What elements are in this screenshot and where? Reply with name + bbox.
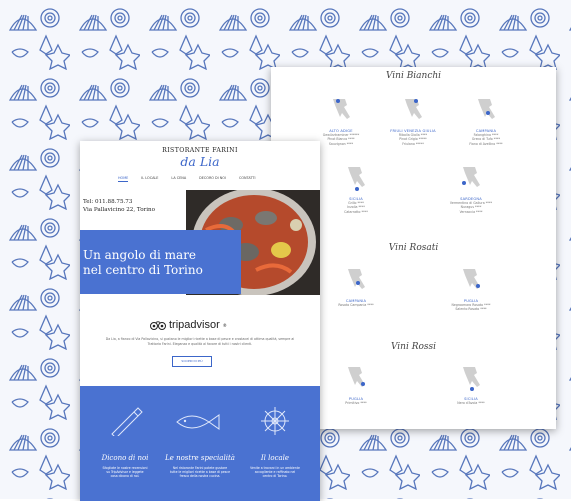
- tripadvisor-owl-icon: [150, 320, 166, 330]
- intro-text: Da Lia, a fianco di Via Pallavicino, si …: [105, 337, 295, 346]
- feature-text: Nel ristorante Farini potete gustare tut…: [170, 466, 230, 479]
- feature-heading: Le nostre specialità: [165, 454, 235, 462]
- discover-more-button[interactable]: SCOPRI DI PIÙ: [172, 356, 212, 367]
- wine-item: SICILIA Nero d'Avola ****: [426, 365, 516, 405]
- tripadvisor-wordmark: tripadvisor: [169, 319, 220, 331]
- brand-name: RISTORANTE FARINI: [162, 147, 238, 154]
- italy-map-icon: [348, 367, 365, 387]
- wine-item: SARDEGNA Vermentino di Gallura **** Nura…: [426, 165, 516, 214]
- wine-item: CAMPANIA Falanghina **** Greco di Tufo *…: [441, 97, 531, 146]
- tagline-line-1: Un angolo di mare: [83, 248, 197, 262]
- italy-map-icon: [463, 269, 480, 289]
- italy-map-icon: [462, 167, 480, 187]
- wine-item: PUGLIA Primitivo ****: [311, 365, 401, 405]
- italy-map-icon: [348, 167, 365, 191]
- wine-item: PUGLIA Negroamaro Rosato **** Salento Ro…: [426, 267, 516, 312]
- address: Via Pallavicino 22, Torino: [83, 207, 155, 213]
- wine-item: CAMPANIA Rosato Campania ****: [311, 267, 401, 307]
- italy-map-icon: [463, 367, 480, 391]
- wine-item: SICILIA Grillo **** Inzolia **** Catarra…: [311, 165, 401, 214]
- brand-script-logo: da Lia: [180, 154, 220, 169]
- features-footer: Dicono di noi Sfogliate le nostre recens…: [80, 386, 320, 501]
- feature-heading: Il locale: [260, 454, 290, 462]
- tripadvisor-registered-mark: ®: [222, 322, 227, 328]
- restaurant-homepage: RISTORANTE FARINI da Lia HOME IL LOCALE …: [80, 141, 320, 501]
- phone-number[interactable]: Tel: 011.88.75.73: [83, 199, 132, 205]
- tripadvisor-logo[interactable]: tripadvisor ®: [150, 319, 227, 331]
- ship-wheel-icon: [261, 407, 289, 435]
- nav-item-contatti[interactable]: CONTATTI: [239, 176, 256, 182]
- nav-item-noi[interactable]: DECORO DI NOI: [199, 176, 226, 182]
- section-title-bianchi: Vini Bianchi: [385, 71, 442, 81]
- feature-heading: Dicono di noi: [101, 454, 149, 462]
- nav-item-locale[interactable]: IL LOCALE: [141, 176, 158, 182]
- italy-map-icon: [478, 99, 495, 119]
- telescope-icon: [111, 407, 143, 436]
- fish-icon: [176, 414, 220, 430]
- feature-text: Sfogliate le nostre recensioni su TripAd…: [102, 466, 148, 479]
- italy-map-icon: [348, 269, 365, 289]
- nav-item-home[interactable]: HOME: [118, 176, 129, 182]
- italy-map-icon: [333, 99, 350, 119]
- italy-map-icon: [405, 99, 422, 119]
- hero-tagline-box: Un angolo di mare nel centro di Torino: [80, 230, 241, 294]
- nav-item-cena[interactable]: LA CENA: [171, 176, 186, 182]
- main-nav: HOME IL LOCALE LA CENA DECORO DI NOI CON…: [118, 176, 255, 182]
- feature-text: Venite a trovarci in un ambiente accogli…: [250, 466, 300, 479]
- tagline-line-2: nel centro di Torino: [83, 263, 203, 277]
